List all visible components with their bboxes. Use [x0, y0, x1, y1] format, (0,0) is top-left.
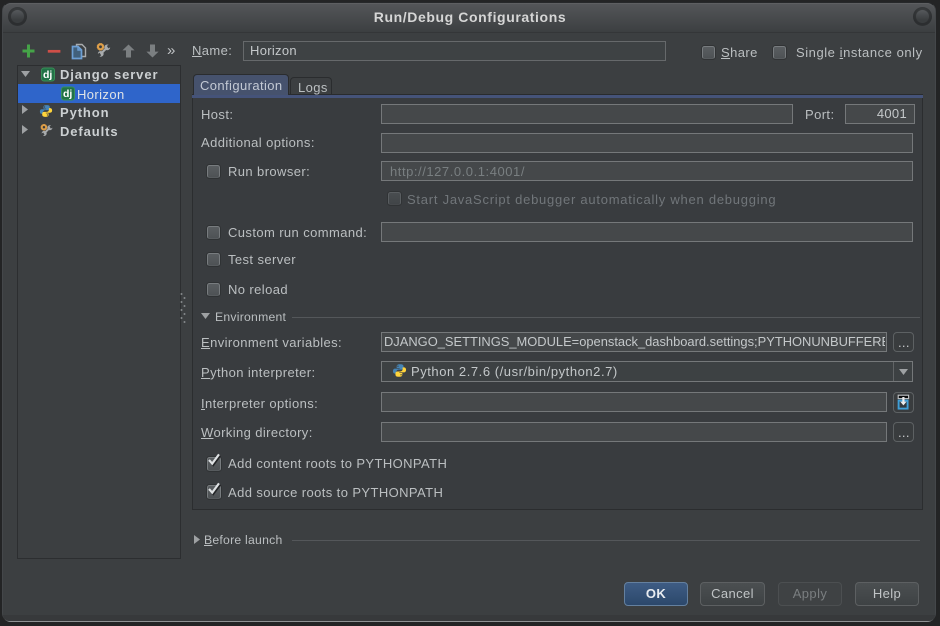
- svg-text:dj: dj: [63, 88, 72, 100]
- svg-text:dj: dj: [43, 69, 52, 81]
